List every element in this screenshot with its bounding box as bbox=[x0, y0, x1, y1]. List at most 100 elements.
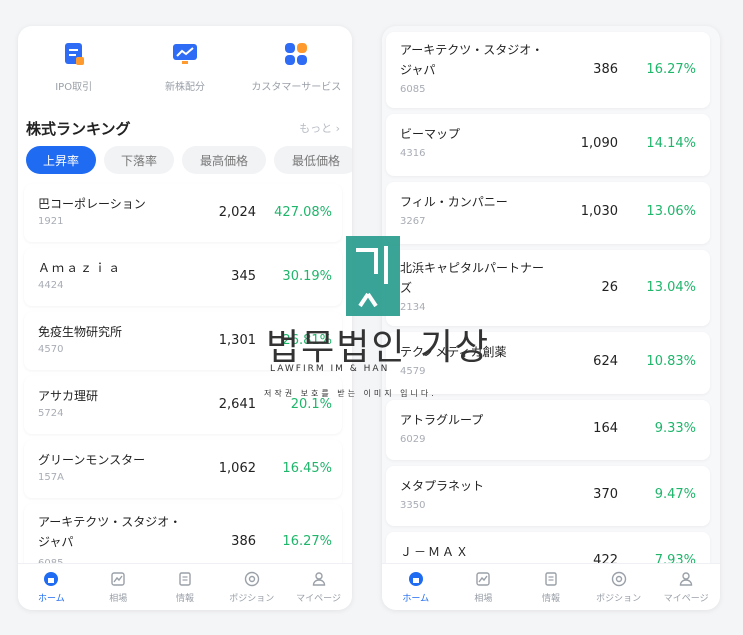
stock-row[interactable]: グリーンモンスター 157A 1,062 16.45% bbox=[24, 440, 342, 498]
stock-code: 2134 bbox=[400, 302, 426, 313]
nav-market[interactable]: 相場 bbox=[450, 564, 518, 610]
stock-code: 6029 bbox=[400, 434, 426, 445]
stock-name: 免疫生物研究所 bbox=[38, 325, 123, 339]
market-chart-icon bbox=[109, 570, 127, 588]
stock-name: アトラグループ bbox=[400, 413, 484, 427]
stock-name: Ａｍａｚｉａ bbox=[38, 261, 123, 275]
nav-home[interactable]: ホーム bbox=[18, 564, 85, 610]
stock-price: 2,024 bbox=[218, 205, 256, 220]
stock-name: 巴コーポレーション bbox=[38, 197, 146, 211]
quick-action-ipo[interactable]: IPO取引 bbox=[18, 38, 129, 108]
quick-action-new-share[interactable]: 新株配分 bbox=[129, 38, 240, 108]
stock-row[interactable]: 北浜キャピタルパートナーズ 2134 26 13.04% bbox=[386, 250, 710, 326]
stock-list: 巴コーポレーション 1921 2,024 427.08% Ａｍａｚｉａ 4424… bbox=[24, 184, 342, 590]
stock-price: 624 bbox=[593, 354, 618, 369]
stock-row[interactable]: アーキテクツ・スタジオ・ジャパ 6085 386 16.27% bbox=[386, 32, 710, 108]
nav-info[interactable]: 情報 bbox=[517, 564, 585, 610]
nav-label: 情報 bbox=[175, 594, 194, 604]
tab-gainers[interactable]: 上昇率 bbox=[26, 146, 96, 174]
quick-actions: IPO取引 新株配分 カスタマーサービス bbox=[18, 38, 352, 108]
stock-row[interactable]: アトラグループ 6029 164 9.33% bbox=[386, 400, 710, 460]
nav-label: ホーム bbox=[402, 594, 430, 604]
stock-name: ビーマップ bbox=[400, 127, 461, 141]
stock-code: 157A bbox=[38, 472, 64, 483]
nav-position[interactable]: ポジション bbox=[218, 564, 285, 610]
tab-losers[interactable]: 下落率 bbox=[104, 146, 174, 174]
ranking-header: 株式ランキング もっと › bbox=[26, 116, 340, 140]
section-title: 株式ランキング bbox=[26, 119, 131, 138]
stock-code: 4316 bbox=[400, 148, 426, 159]
nav-mypage[interactable]: マイページ bbox=[652, 564, 720, 610]
stock-code: 3267 bbox=[400, 216, 426, 227]
tab-lowest-price[interactable]: 最低価格 bbox=[274, 146, 352, 174]
stock-name: テクノメディカ創薬 bbox=[400, 345, 507, 359]
stock-name: 北浜キャピタルパートナーズ bbox=[400, 261, 545, 295]
stock-change: 14.14% bbox=[646, 136, 696, 151]
chevron-right-icon: › bbox=[332, 122, 340, 135]
nav-label: ホーム bbox=[38, 594, 65, 604]
stock-row[interactable]: 巴コーポレーション 1921 2,024 427.08% bbox=[24, 184, 342, 242]
stock-change: 16.45% bbox=[282, 461, 332, 476]
news-icon bbox=[542, 570, 560, 588]
stock-code: 4579 bbox=[400, 366, 426, 377]
stock-name: アサカ理研 bbox=[38, 389, 99, 403]
news-icon bbox=[176, 570, 194, 588]
stock-change: 9.47% bbox=[654, 487, 696, 502]
stock-price: 1,030 bbox=[580, 204, 618, 219]
stock-change: 30.19% bbox=[282, 269, 332, 284]
stock-change: 20.1% bbox=[290, 397, 332, 412]
user-icon bbox=[310, 570, 328, 588]
stock-change: 26.81% bbox=[282, 333, 332, 348]
nav-market[interactable]: 相場 bbox=[85, 564, 152, 610]
stock-price: 1,062 bbox=[218, 461, 256, 476]
position-icon bbox=[243, 570, 261, 588]
stock-row[interactable]: フィル・カンパニー 3267 1,030 13.06% bbox=[386, 182, 710, 244]
customer-service-icon bbox=[280, 38, 312, 70]
stock-price: 1,090 bbox=[580, 136, 618, 151]
stock-row[interactable]: アサカ理研 5724 2,641 20.1% bbox=[24, 376, 342, 434]
stock-list: アーキテクツ・スタジオ・ジャパ 6085 386 16.27% ビーマップ 43… bbox=[386, 32, 710, 598]
tab-highest-price[interactable]: 最高価格 bbox=[182, 146, 266, 174]
nav-label: ポジション bbox=[229, 594, 275, 604]
stock-change: 16.27% bbox=[646, 62, 696, 77]
quick-action-customer-service[interactable]: カスタマーサービス bbox=[241, 38, 352, 108]
stock-price: 386 bbox=[231, 534, 256, 549]
quick-action-label: IPO取引 bbox=[55, 82, 93, 93]
stock-row[interactable]: メタプラネット 3350 370 9.47% bbox=[386, 466, 710, 526]
stock-row[interactable]: Ａｍａｚｉａ 4424 345 30.19% bbox=[24, 248, 342, 306]
home-icon bbox=[407, 570, 425, 588]
stock-code: 3350 bbox=[400, 500, 426, 511]
stock-row[interactable]: ビーマップ 4316 1,090 14.14% bbox=[386, 114, 710, 176]
stock-change: 427.08% bbox=[274, 205, 332, 220]
nav-position[interactable]: ポジション bbox=[585, 564, 653, 610]
stock-row[interactable]: テクノメディカ創薬 4579 624 10.83% bbox=[386, 332, 710, 394]
stock-price: 2,641 bbox=[218, 397, 256, 412]
stock-price: 26 bbox=[601, 280, 618, 295]
more-link[interactable]: もっと › bbox=[299, 120, 340, 136]
nav-info[interactable]: 情報 bbox=[152, 564, 219, 610]
stock-change: 13.06% bbox=[646, 204, 696, 219]
stock-price: 370 bbox=[593, 487, 618, 502]
nav-label: マイページ bbox=[663, 594, 709, 604]
home-icon bbox=[42, 570, 60, 588]
stock-name: アーキテクツ・スタジオ・ジャパ bbox=[38, 515, 182, 549]
nav-label: 相場 bbox=[474, 594, 493, 604]
quick-action-label: 新株配分 bbox=[164, 82, 205, 93]
market-chart-icon bbox=[474, 570, 492, 588]
nav-home[interactable]: ホーム bbox=[382, 564, 450, 610]
ipo-document-icon bbox=[58, 38, 90, 70]
stock-code: 4424 bbox=[38, 280, 64, 291]
stock-change: 13.04% bbox=[646, 280, 696, 295]
stock-code: 4570 bbox=[38, 344, 64, 355]
stock-code: 1921 bbox=[38, 216, 64, 227]
nav-mypage[interactable]: マイページ bbox=[285, 564, 352, 610]
stock-change: 10.83% bbox=[646, 354, 696, 369]
stock-price: 1,301 bbox=[218, 333, 256, 348]
position-icon bbox=[610, 570, 628, 588]
stock-name: メタプラネット bbox=[400, 479, 485, 493]
nav-label: 相場 bbox=[109, 594, 128, 604]
stock-row[interactable]: 免疫生物研究所 4570 1,301 26.81% bbox=[24, 312, 342, 370]
stock-price: 345 bbox=[231, 269, 256, 284]
chart-monitor-icon bbox=[169, 38, 201, 70]
stock-change: 9.33% bbox=[654, 421, 696, 436]
